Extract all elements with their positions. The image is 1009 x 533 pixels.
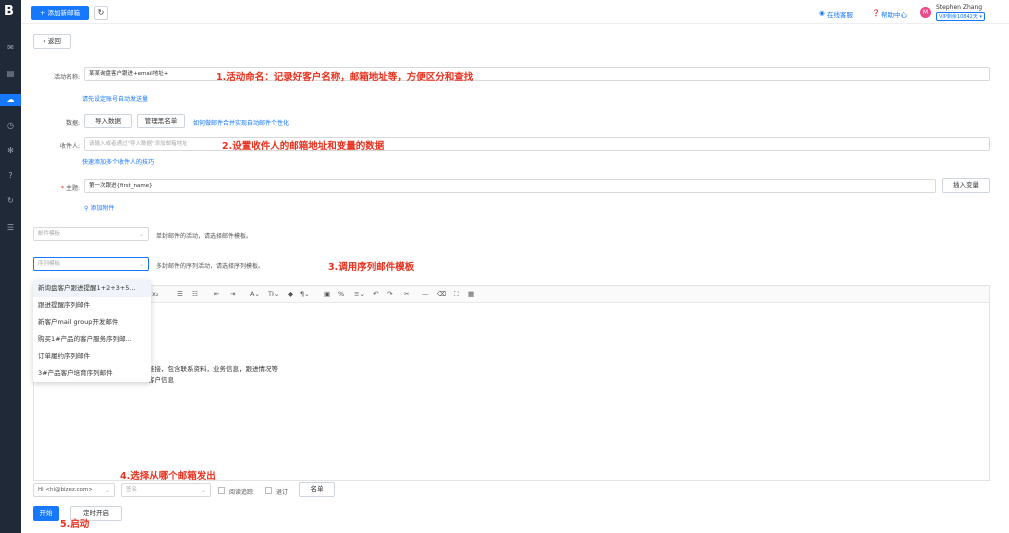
help-center-link[interactable]: 帮助中心	[881, 9, 907, 19]
align-icon[interactable]: ≡⌄	[354, 290, 365, 298]
chevron-down-icon: ⌄	[138, 261, 144, 268]
sender-select[interactable]: Hi <hi@bizez.com> ⌄	[33, 483, 115, 497]
app-logo: B	[4, 4, 14, 19]
scissors-icon[interactable]: ✂	[404, 290, 409, 298]
online-service-link[interactable]: 在线客服	[827, 9, 853, 19]
signature-select[interactable]: 签名 ⌄	[121, 483, 211, 497]
import-data-button[interactable]: 导入数据	[84, 114, 132, 128]
recipient-input[interactable]: 请输入或者通过"导入数据"添加邮箱地址	[84, 137, 990, 151]
undo-icon[interactable]: ↶	[373, 290, 378, 298]
mail-icon[interactable]: ✉	[0, 42, 21, 54]
email-template-select[interactable]: 邮件模板 ⌄	[33, 227, 149, 241]
image-icon[interactable]: ▣	[324, 290, 330, 298]
editor-toolbar: x₂ ☰ ☷ ⇤ ⇥ A⌄ TI⌄ ◆ ¶⌄ ▣ % ≡⌄ ↶ ↷ ✂ — ⌫ …	[34, 286, 989, 303]
campaign-icon[interactable]: ☁	[0, 94, 21, 106]
chevron-down-icon: ⌄	[138, 231, 144, 238]
manage-blacklist-button[interactable]: 管理黑名单	[137, 114, 185, 128]
source-code-icon[interactable]: ▦	[468, 290, 474, 298]
paragraph-icon[interactable]: ¶⌄	[300, 290, 310, 298]
bullet-list-icon[interactable]: ☰	[177, 290, 183, 298]
unsubscribe-label: 退订	[276, 489, 289, 496]
back-label: 返回	[47, 37, 61, 45]
redo-icon[interactable]: ↷	[387, 290, 392, 298]
annotation-4: 4.选择从哪个邮箱发出	[120, 471, 216, 482]
annotation-2: 2.设置收件人的邮箱地址和变量的数据	[222, 141, 385, 152]
font-color-icon[interactable]: A⌄	[250, 290, 260, 298]
email-editor[interactable]: x₂ ☰ ☷ ⇤ ⇥ A⌄ TI⌄ ◆ ¶⌄ ▣ % ≡⌄ ↶ ↷ ✂ — ⌫ …	[33, 285, 990, 481]
topbar: + 添加新邮箱 ↻ ◉ 在线客服 ❓ 帮助中心 M Stephen Zhang …	[21, 0, 1009, 24]
dropdown-item[interactable]: 新询盘客户跟进提醒1+2+3+5...	[33, 280, 151, 297]
add-mailbox-button[interactable]: + 添加新邮箱	[31, 6, 89, 20]
avatar[interactable]: M	[920, 7, 931, 18]
sequence-template-dropdown: 新询盘客户跟进提醒1+2+3+5... 跟进提醒序列邮件 新客户mail gro…	[33, 280, 151, 382]
dropdown-item[interactable]: 新客户mail group开发邮件	[33, 314, 151, 331]
list-icon[interactable]: ☰	[0, 222, 21, 234]
dropdown-item[interactable]: 3#产品客户培育序列邮件	[33, 365, 151, 382]
sequence-template-note: 多封邮件的序列活动，请选择序列模板。	[156, 263, 265, 270]
help-circle-icon[interactable]: ❓	[872, 9, 880, 17]
read-tracking-checkbox[interactable]	[218, 487, 225, 494]
numbered-list-icon[interactable]: ☷	[192, 290, 198, 298]
font-size-icon[interactable]: TI⌄	[268, 290, 279, 298]
indent-icon[interactable]: ⇥	[230, 290, 235, 298]
mail-merge-help-link[interactable]: 如何做邮件合并实现自动邮件个性化	[193, 118, 289, 127]
horizontal-rule-icon[interactable]: —	[422, 290, 429, 298]
eraser-icon[interactable]: ⌫	[437, 290, 446, 298]
clock-icon[interactable]: ◷	[0, 120, 21, 132]
help-icon[interactable]: ?	[0, 170, 21, 182]
chevron-down-icon: ⌄	[200, 487, 206, 494]
subject-label-text: 主题:	[65, 185, 80, 192]
dropdown-item[interactable]: 跟进提醒序列邮件	[33, 297, 151, 314]
refresh-button[interactable]: ↻	[94, 6, 108, 20]
dropdown-item[interactable]: 订单履约序列邮件	[33, 348, 151, 365]
activity-name-label: 活动名称:	[53, 74, 80, 81]
recipient-label: 收件人:	[59, 143, 80, 150]
service-icon[interactable]: ◉	[819, 9, 825, 17]
multi-recipient-tips-link[interactable]: 快速添加多个收件人的技巧	[82, 157, 154, 166]
document-icon[interactable]: ▤	[0, 68, 21, 80]
read-tracking-label: 阅读追踪	[229, 489, 254, 496]
data-label: 数据:	[65, 120, 80, 127]
annotation-1: 1.活动命名：记录好客户名称，邮箱地址等，方便区分和查找	[216, 72, 474, 83]
subject-label: * 主题:	[40, 183, 80, 192]
link-icon[interactable]: %	[338, 290, 344, 298]
list-button[interactable]: 名单	[299, 482, 335, 497]
sender-value: Hi <hi@bizez.com>	[38, 487, 93, 493]
email-template-placeholder: 邮件模板	[38, 231, 61, 237]
editor-line-1: 链接，包含联系资料，业务信息，跟进情况等	[148, 365, 278, 373]
unsubscribe-checkbox[interactable]	[265, 487, 272, 494]
gear-icon[interactable]: ✻	[0, 145, 21, 157]
fullscreen-icon[interactable]: ⛶	[454, 290, 459, 299]
fill-icon[interactable]: ◆	[288, 290, 293, 298]
single-template-note: 单封邮件的活动，请选择邮件模板。	[156, 233, 253, 240]
subject-input[interactable]: 第一次跟进{first_name}	[84, 179, 936, 193]
add-attachment-link[interactable]: ⚲ 添加附件	[84, 203, 114, 212]
subscript-icon[interactable]: x₂	[152, 290, 158, 298]
outdent-icon[interactable]: ⇤	[214, 290, 219, 298]
attachment-label: 添加附件	[90, 205, 115, 212]
annotation-5: 5.启动	[60, 519, 90, 530]
dropdown-item[interactable]: 购买1#产品的客户服务序列邮...	[33, 331, 151, 348]
start-button[interactable]: 开始	[33, 506, 59, 521]
annotation-3: 3.调用序列邮件模板	[328, 262, 415, 273]
back-button[interactable]: ‹ 返回	[33, 34, 71, 49]
refresh-icon[interactable]: ↻	[0, 195, 21, 207]
insert-variable-button[interactable]: 插入变量	[942, 178, 990, 193]
chevron-down-icon: ⌄	[104, 487, 110, 494]
sidebar: B ✉ ▤ ☁ ◷ ✻ ? ↻ ☰	[0, 0, 21, 533]
set-send-volume-link[interactable]: 请先设定账号自动发送量	[82, 94, 148, 103]
user-name: Stephen Zhang	[936, 4, 983, 11]
sequence-template-select[interactable]: 序列模板 ⌄	[33, 257, 149, 271]
editor-line-2: 客户信息	[148, 376, 174, 384]
sequence-template-placeholder: 序列模板	[38, 261, 61, 267]
signature-placeholder: 签名	[126, 487, 138, 493]
user-plan-badge[interactable]: VIP剩余10842天 ▾	[936, 12, 985, 21]
